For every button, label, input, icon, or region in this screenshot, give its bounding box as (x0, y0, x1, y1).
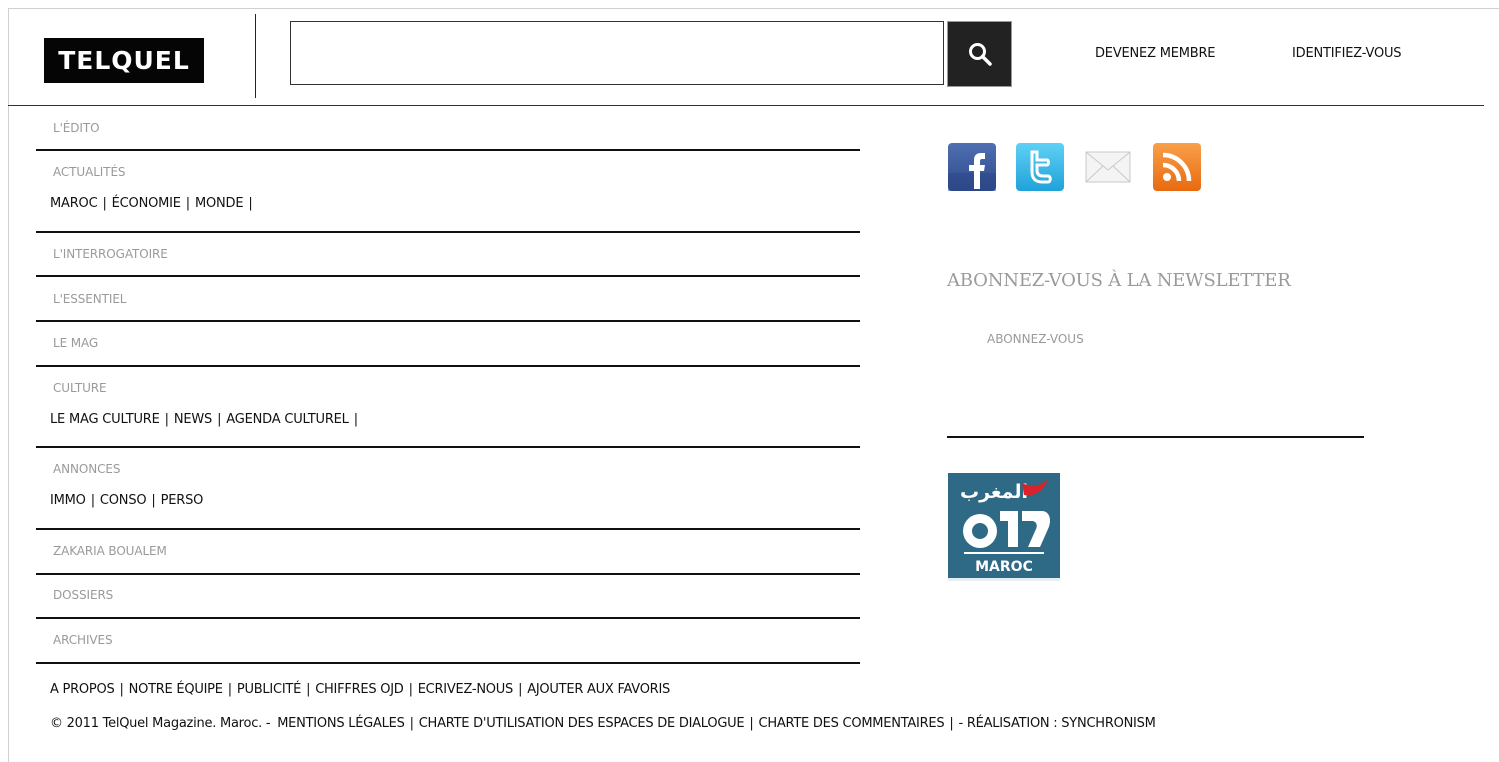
nav-annonces[interactable]: ANNONCES (53, 462, 120, 476)
nav-section-essentiel: L'ESSENTIEL (36, 277, 860, 322)
newsletter-title: ABONNEZ-VOUS À LA NEWSLETTER (947, 270, 1291, 291)
nav-interrogatoire[interactable]: L'INTERROGATOIRE (53, 247, 168, 261)
sidebar-rule (947, 436, 1364, 438)
nav-le-mag[interactable]: LE MAG (53, 336, 98, 350)
separator: | (164, 412, 169, 427)
nav-section-archives: ARCHIVES (36, 619, 860, 664)
nav-actualites-subnav: MAROC | ÉCONOMIE | MONDE | (50, 196, 258, 211)
subnav-mag-culture[interactable]: LE MAG CULTURE (50, 412, 160, 427)
nav-zakaria-boualem[interactable]: ZAKARIA BOUALEM (53, 544, 167, 558)
badge-maroc-text: MAROC (975, 559, 1033, 575)
separator: | (227, 682, 232, 697)
separator: | (119, 682, 124, 697)
footer-mentions-legales[interactable]: MENTIONS LÉGALES (277, 716, 405, 731)
nav-section-culture: CULTURE LE MAG CULTURE | NEWS | AGENDA CULTU… (36, 367, 860, 448)
separator: | (90, 493, 95, 508)
subnav-maroc[interactable]: MAROC (50, 196, 98, 211)
nav-edito[interactable]: L'ÉDITO (53, 121, 100, 135)
telquel-logo[interactable]: TELQUEL (44, 38, 204, 83)
newsletter-subscribe-link[interactable]: ABONNEZ-VOUS (987, 332, 1084, 346)
nav-section-mag: LE MAG (36, 322, 860, 367)
subnav-conso[interactable]: CONSO (100, 493, 147, 508)
nav-culture[interactable]: CULTURE (53, 381, 107, 395)
subnav-monde[interactable]: MONDE (195, 196, 244, 211)
separator: | (949, 716, 954, 731)
nav-archives[interactable]: ARCHIVES (53, 633, 113, 647)
search-button[interactable] (947, 21, 1012, 87)
footer-ajouter-favoris[interactable]: AJOUTER AUX FAVORIS (527, 682, 670, 697)
separator: | (409, 716, 414, 731)
login-link[interactable]: IDENTIFIEZ-VOUS (1292, 46, 1402, 61)
twitter-button[interactable] (1016, 143, 1064, 191)
footer-charte-dialogue[interactable]: CHARTE D'UTILISATION DES ESPACES DE DIAL… (419, 716, 745, 731)
subnav-news[interactable]: NEWS (174, 412, 212, 427)
footer-links: A PROPOS | NOTRE ÉQUIPE | PUBLICITÉ | CHIFFRES… (50, 682, 670, 697)
footer-notre-equipe[interactable]: NOTRE ÉQUIPE (129, 682, 223, 697)
badge-arabic-text: المغرب (960, 481, 1028, 503)
separator: | (102, 196, 107, 211)
subnav-perso[interactable]: PERSO (161, 493, 204, 508)
header-divider (255, 14, 256, 98)
email-icon (1085, 151, 1131, 183)
footer-publicite[interactable]: PUBLICITÉ (237, 682, 301, 697)
nav-culture-subnav: LE MAG CULTURE | NEWS | AGENDA CULTUREL | (50, 412, 363, 427)
footer-legal: © 2011 TelQuel Magazine. Maroc. - MENTIO… (50, 716, 1156, 731)
separator: | (408, 682, 413, 697)
subnav-economie[interactable]: ÉCONOMIE (112, 196, 181, 211)
nav-section-zakaria: ZAKARIA BOUALEM (36, 530, 860, 575)
footer-chiffres-ojd[interactable]: CHIFFRES OJD (315, 682, 404, 697)
facebook-button[interactable] (948, 143, 996, 191)
nav-dossiers[interactable]: DOSSIERS (53, 588, 113, 602)
rss-button[interactable] (1153, 143, 1201, 191)
become-member-link[interactable]: DEVENEZ MEMBRE (1095, 46, 1216, 61)
nav-annonces-subnav: IMMO | CONSO | PERSO (50, 493, 203, 508)
separator: | (306, 682, 311, 697)
subnav-agenda-culturel[interactable]: AGENDA CULTUREL (226, 412, 349, 427)
footer-ecrivez-nous[interactable]: ECRIVEZ-NOUS (418, 682, 514, 697)
nav-section-edito: L'ÉDITO (36, 106, 860, 151)
maroc-badge-logo: المغرب MAROC (948, 473, 1060, 581)
search-input[interactable] (290, 21, 944, 85)
nav-section-annonces: ANNONCES IMMO | CONSO | PERSO (36, 448, 860, 530)
nav-section-actualites: ACTUALITÉS MAROC | ÉCONOMIE | MONDE | (36, 151, 860, 233)
nav-essentiel[interactable]: L'ESSENTIEL (53, 292, 127, 306)
separator: | (185, 196, 190, 211)
footer-copyright: © 2011 TelQuel Magazine. Maroc. - (50, 716, 271, 731)
twitter-icon (1030, 150, 1052, 184)
footer-a-propos[interactable]: A PROPOS (50, 682, 115, 697)
separator: | (353, 412, 358, 427)
nav-section-interrogatoire: L'INTERROGATOIRE (36, 233, 860, 277)
subnav-immo[interactable]: IMMO (50, 493, 86, 508)
footer-realisation[interactable]: - RÉALISATION : SYNCHRONISM (959, 716, 1156, 731)
facebook-icon (948, 153, 996, 191)
separator: | (248, 196, 253, 211)
telquel-maroc-badge[interactable]: المغرب MAROC (948, 473, 1060, 581)
nav-section-dossiers: DOSSIERS (36, 575, 860, 619)
email-button[interactable] (1084, 143, 1132, 191)
search-icon (968, 43, 992, 66)
nav-actualites[interactable]: ACTUALITÉS (53, 165, 126, 179)
separator: | (217, 412, 222, 427)
separator: | (518, 682, 523, 697)
separator: | (151, 493, 156, 508)
footer-charte-commentaires[interactable]: CHARTE DES COMMENTAIRES (759, 716, 945, 731)
separator: | (749, 716, 754, 731)
rss-icon (1162, 152, 1192, 182)
